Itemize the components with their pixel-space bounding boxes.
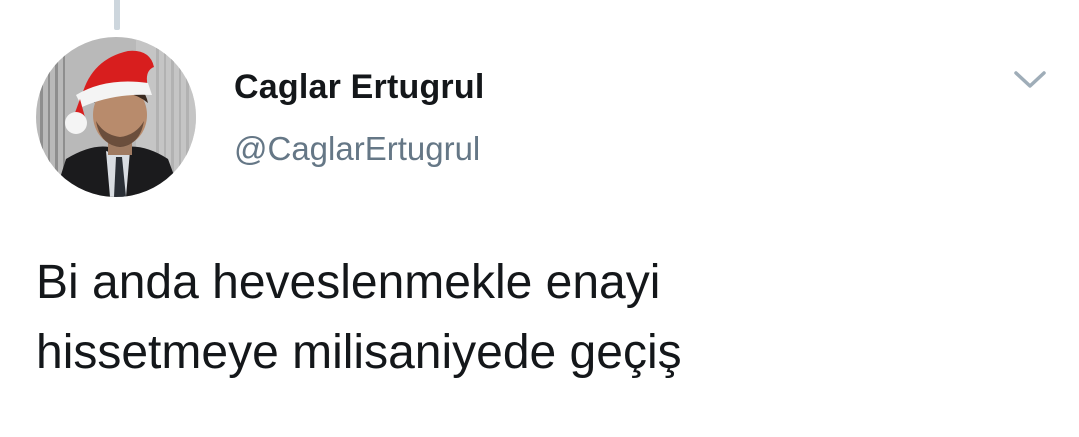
- thread-connector-line: [114, 0, 120, 30]
- avatar-image: [36, 37, 196, 197]
- chevron-down-icon[interactable]: [1010, 64, 1050, 94]
- tweet-text-line: hissetmeye milisaniyede geçiş: [36, 326, 682, 379]
- author-display-name[interactable]: Caglar Ertugrul: [234, 68, 484, 107]
- tweet-text: Bi anda heveslenmekle enayi hissetmeye m…: [36, 248, 1046, 388]
- author-username[interactable]: @CaglarErtugrul: [234, 130, 480, 168]
- avatar[interactable]: [36, 37, 196, 197]
- tweet-text-line: Bi anda heveslenmekle enayi: [36, 256, 661, 309]
- tweet-card: Caglar Ertugrul @CaglarErtugrul Bi anda …: [0, 0, 1079, 437]
